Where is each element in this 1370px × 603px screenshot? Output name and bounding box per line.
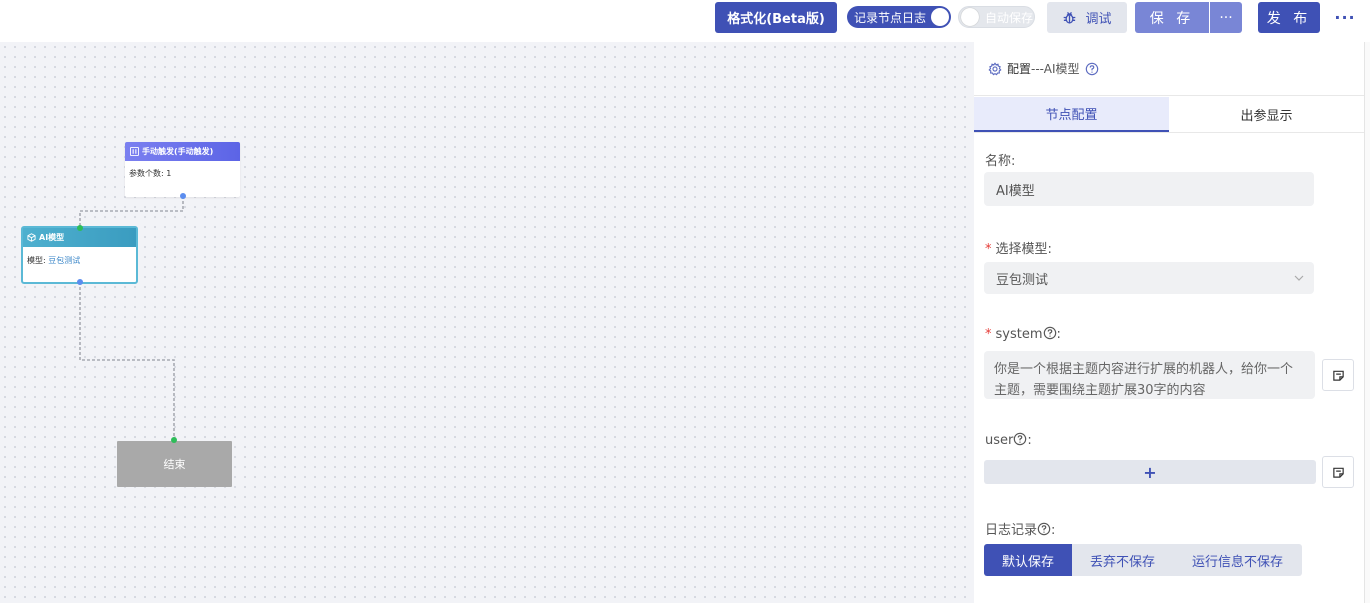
system-label-text: system — [995, 327, 1043, 342]
system-prompt-value: 你是一个根据主题内容进行扩展的机器人，给你一个主题，需要围绕主题扩展30字的内容 — [994, 362, 1294, 398]
help-icon[interactable] — [1043, 326, 1057, 340]
edit-note-icon — [1332, 370, 1344, 381]
debug-button[interactable]: 调试 — [1047, 2, 1127, 33]
publish-button[interactable]: 发 布 — [1258, 2, 1320, 33]
edge-trigger-to-ai[interactable] — [79, 196, 184, 228]
panel-title-suffix: ---AI模型 — [1031, 62, 1080, 76]
log-field-label: 日志记录: — [985, 519, 1055, 538]
param-count-label: 参数个数: — [129, 169, 164, 178]
log-colon: : — [1051, 523, 1056, 538]
trigger-node-title: 手动触发(手动触发) — [142, 147, 214, 156]
user-field-label: user: — [985, 432, 1032, 448]
debug-label: 调试 — [1085, 12, 1112, 27]
ai-output-port[interactable] — [77, 279, 83, 285]
user-colon: : — [1027, 433, 1032, 448]
toggle-knob — [961, 8, 979, 26]
panel-tabs: 节点配置 出参显示 — [974, 97, 1364, 133]
ai-node-title: AI模型 — [39, 233, 65, 242]
help-icon[interactable] — [1037, 522, 1051, 536]
end-node-title: 结束 — [163, 458, 186, 471]
tab-output-params[interactable]: 出参显示 — [1169, 97, 1364, 132]
system-colon: : — [1056, 327, 1061, 342]
log-label-text: 日志记录 — [985, 523, 1038, 538]
system-prompt-textarea[interactable]: 你是一个根据主题内容进行扩展的机器人，给你一个主题，需要围绕主题扩展30字的内容 — [984, 351, 1315, 399]
more-options-button[interactable]: ··· — [1332, 4, 1358, 30]
ai-model-node[interactable]: AI模型 模型: 豆包测试 — [21, 226, 138, 284]
chevron-down-icon — [1294, 275, 1304, 281]
trigger-output-port[interactable] — [180, 193, 186, 199]
cube-icon — [27, 233, 36, 242]
edit-note-icon — [1332, 467, 1344, 478]
model-label-text: 选择模型: — [995, 242, 1052, 257]
log-option-no-run-info[interactable]: 运行信息不保存 — [1173, 544, 1302, 576]
end-node[interactable]: 结束 — [117, 441, 232, 487]
end-input-port[interactable] — [171, 437, 177, 443]
model-value: 豆包测试 — [48, 256, 81, 265]
record-node-log-label: 记录节点日志 — [854, 10, 927, 25]
ai-input-port[interactable] — [77, 225, 83, 231]
flow-edges — [79, 196, 184, 439]
help-icon[interactable] — [1013, 432, 1027, 446]
required-marker: * — [985, 242, 992, 257]
user-prompt-edit-button[interactable] — [1322, 456, 1354, 488]
system-prompt-edit-button[interactable] — [1322, 359, 1354, 391]
plus-icon: + — [1143, 462, 1157, 482]
tab-node-config[interactable]: 节点配置 — [974, 97, 1169, 132]
edge-ai-to-end[interactable] — [79, 282, 175, 439]
toggle-knob — [931, 8, 949, 26]
trigger-icon — [130, 147, 139, 156]
panel-header: 配置 ---AI模型 — [974, 42, 1364, 96]
record-node-log-toggle[interactable]: 记录节点日志 — [847, 6, 951, 28]
trigger-node-body: 参数个数: 1 — [125, 161, 240, 186]
trigger-node[interactable]: 手动触发(手动触发) 参数个数: 1 — [125, 142, 240, 197]
required-marker: * — [985, 327, 992, 342]
add-user-message-button[interactable]: + — [984, 460, 1316, 484]
param-count-value: 1 — [166, 169, 172, 178]
model-label: 模型: — [27, 256, 46, 265]
log-mode-segmented: 默认保存 丢弃不保存 运行信息不保存 — [984, 544, 1302, 576]
model-select-value: 豆包测试 — [996, 272, 1049, 288]
save-more-button[interactable]: ··· — [1210, 2, 1242, 33]
model-select[interactable]: 豆包测试 — [984, 262, 1314, 294]
panel-scrollbar[interactable] — [1364, 42, 1370, 603]
help-icon[interactable] — [1085, 62, 1099, 76]
format-beta-button[interactable]: 格式化(Beta版) — [715, 2, 837, 33]
config-panel: 配置 ---AI模型 节点配置 出参显示 名称: AI模型 * 选择模型: 豆包测… — [974, 42, 1370, 603]
trigger-node-header: 手动触发(手动触发) — [125, 142, 240, 161]
save-button[interactable]: 保 存 — [1135, 2, 1209, 33]
name-label-text: 名称: — [985, 154, 1016, 169]
log-option-default-save[interactable]: 默认保存 — [984, 544, 1072, 576]
top-toolbar: 格式化(Beta版) 记录节点日志 自动保存 调试 保 存 ··· 发 布 ··… — [0, 0, 1370, 42]
name-field-label: 名称: — [985, 150, 1015, 169]
bug-icon — [1064, 12, 1076, 24]
user-label-text: user — [985, 433, 1014, 448]
ai-node-body: 模型: 豆包测试 — [23, 247, 136, 274]
gear-icon — [988, 61, 1002, 75]
flow-canvas[interactable]: 手动触发(手动触发) 参数个数: 1 AI模型 模型: 豆包测试 结束 — [0, 42, 974, 603]
system-field-label: * system: — [985, 326, 1061, 342]
panel-title: 配置 — [1007, 62, 1032, 76]
autosave-toggle[interactable]: 自动保存 — [958, 6, 1035, 28]
model-field-label: * 选择模型: — [985, 238, 1052, 257]
autosave-label: 自动保存 — [985, 10, 1034, 25]
name-input-value: AI模型 — [996, 183, 1035, 199]
name-input[interactable]: AI模型 — [984, 172, 1314, 206]
log-option-discard[interactable]: 丢弃不保存 — [1072, 544, 1173, 576]
